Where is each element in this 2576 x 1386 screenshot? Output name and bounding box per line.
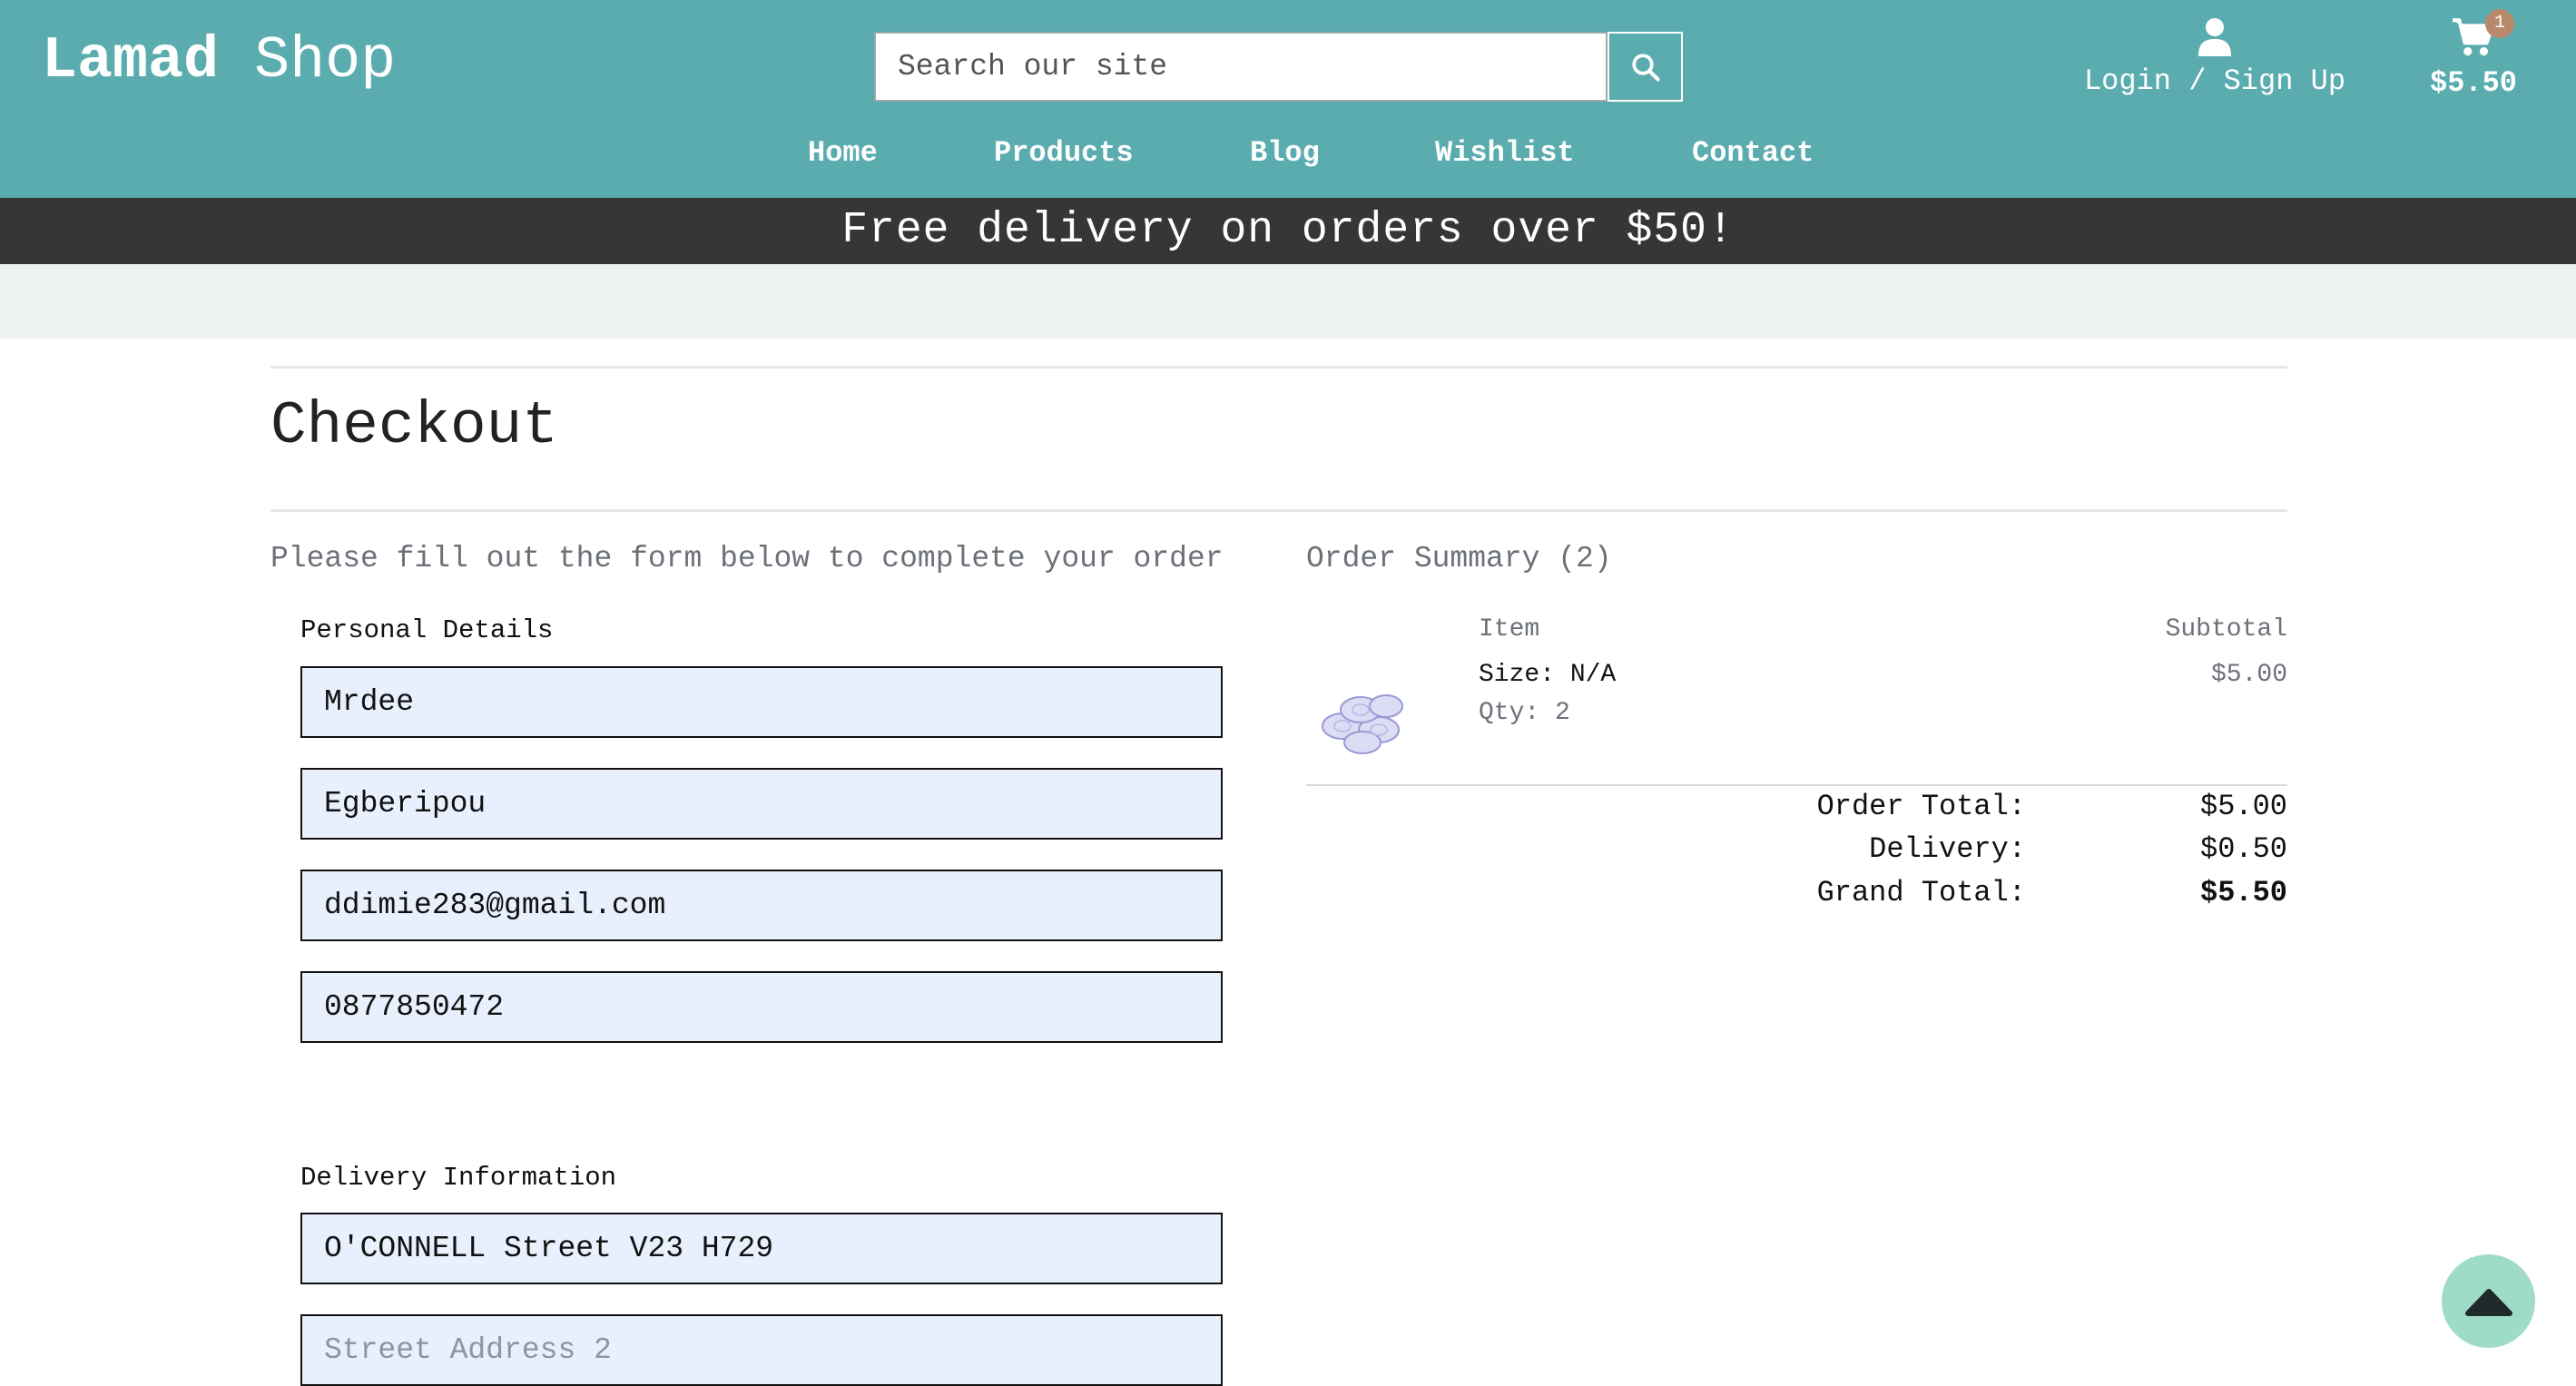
cart-icon-wrap: 1 <box>2449 9 2514 62</box>
street-address-1-field[interactable] <box>300 1213 1223 1284</box>
search-icon <box>1631 53 1660 82</box>
column-header-subtotal: Subtotal <box>2165 615 2287 644</box>
nav-home[interactable]: Home <box>808 136 878 170</box>
delivery-label: Delivery: <box>1869 832 2026 866</box>
nav-products[interactable]: Products <box>994 136 1134 170</box>
summary-divider <box>1306 784 2287 786</box>
scroll-to-top-button[interactable] <box>2442 1254 2535 1348</box>
delivery-value: $0.50 <box>2199 832 2287 866</box>
personal-details-label: Personal Details <box>300 615 554 645</box>
page-title: Checkout <box>270 392 558 460</box>
main-nav: Home Products Blog Wishlist Contact <box>0 136 2576 182</box>
first-name-field[interactable] <box>300 666 1223 738</box>
cart-link[interactable]: 1 $5.50 <box>2414 9 2532 100</box>
breadcrumb-strip <box>0 264 2576 339</box>
grand-total-value: $5.50 <box>2199 876 2287 909</box>
cart-count-badge: 1 <box>2485 9 2514 38</box>
site-logo[interactable]: Lamad Shop <box>42 27 396 94</box>
phone-field[interactable] <box>300 971 1223 1043</box>
logo-word-1: Lamad <box>42 27 220 94</box>
nav-contact[interactable]: Contact <box>1692 136 1814 170</box>
nav-blog[interactable]: Blog <box>1250 136 1320 170</box>
login-signup-link[interactable]: Login / Sign Up <box>2060 16 2369 98</box>
divider-top <box>270 366 2287 369</box>
search-button[interactable] <box>1608 32 1683 102</box>
chevron-up-icon <box>2464 1288 2512 1316</box>
logo-word-2: Shop <box>254 27 397 94</box>
nav-wishlist[interactable]: Wishlist <box>1435 136 1575 170</box>
checkout-intro: Please fill out the form below to comple… <box>270 542 1224 575</box>
item-qty: Qty: 2 <box>1479 699 1570 727</box>
search-form <box>874 32 1683 102</box>
site-header: Lamad Shop Login / Sign Up 1 $5.50 <box>0 0 2576 198</box>
product-thumbnail[interactable] <box>1306 655 1424 764</box>
promo-banner: Free delivery on orders over $50! <box>0 198 2576 264</box>
search-input[interactable] <box>874 32 1608 102</box>
delivery-information-label: Delivery Information <box>300 1163 617 1193</box>
column-header-item: Item <box>1479 615 1540 644</box>
item-subtotal: $5.00 <box>2210 661 2287 689</box>
user-icon <box>2198 18 2231 56</box>
order-summary-title: Order Summary (2) <box>1306 542 1612 575</box>
divider-title <box>270 509 2287 512</box>
grand-total-label: Grand Total: <box>1816 876 2026 909</box>
last-name-field[interactable] <box>300 768 1223 840</box>
order-total-label: Order Total: <box>1816 790 2026 823</box>
cart-total: $5.50 <box>2429 66 2517 100</box>
email-field[interactable] <box>300 870 1223 941</box>
order-total-value: $5.00 <box>2199 790 2287 823</box>
street-address-2-field[interactable] <box>300 1314 1223 1386</box>
login-signup-label: Login / Sign Up <box>2083 64 2346 98</box>
item-size: Size: N/A <box>1479 661 1617 689</box>
